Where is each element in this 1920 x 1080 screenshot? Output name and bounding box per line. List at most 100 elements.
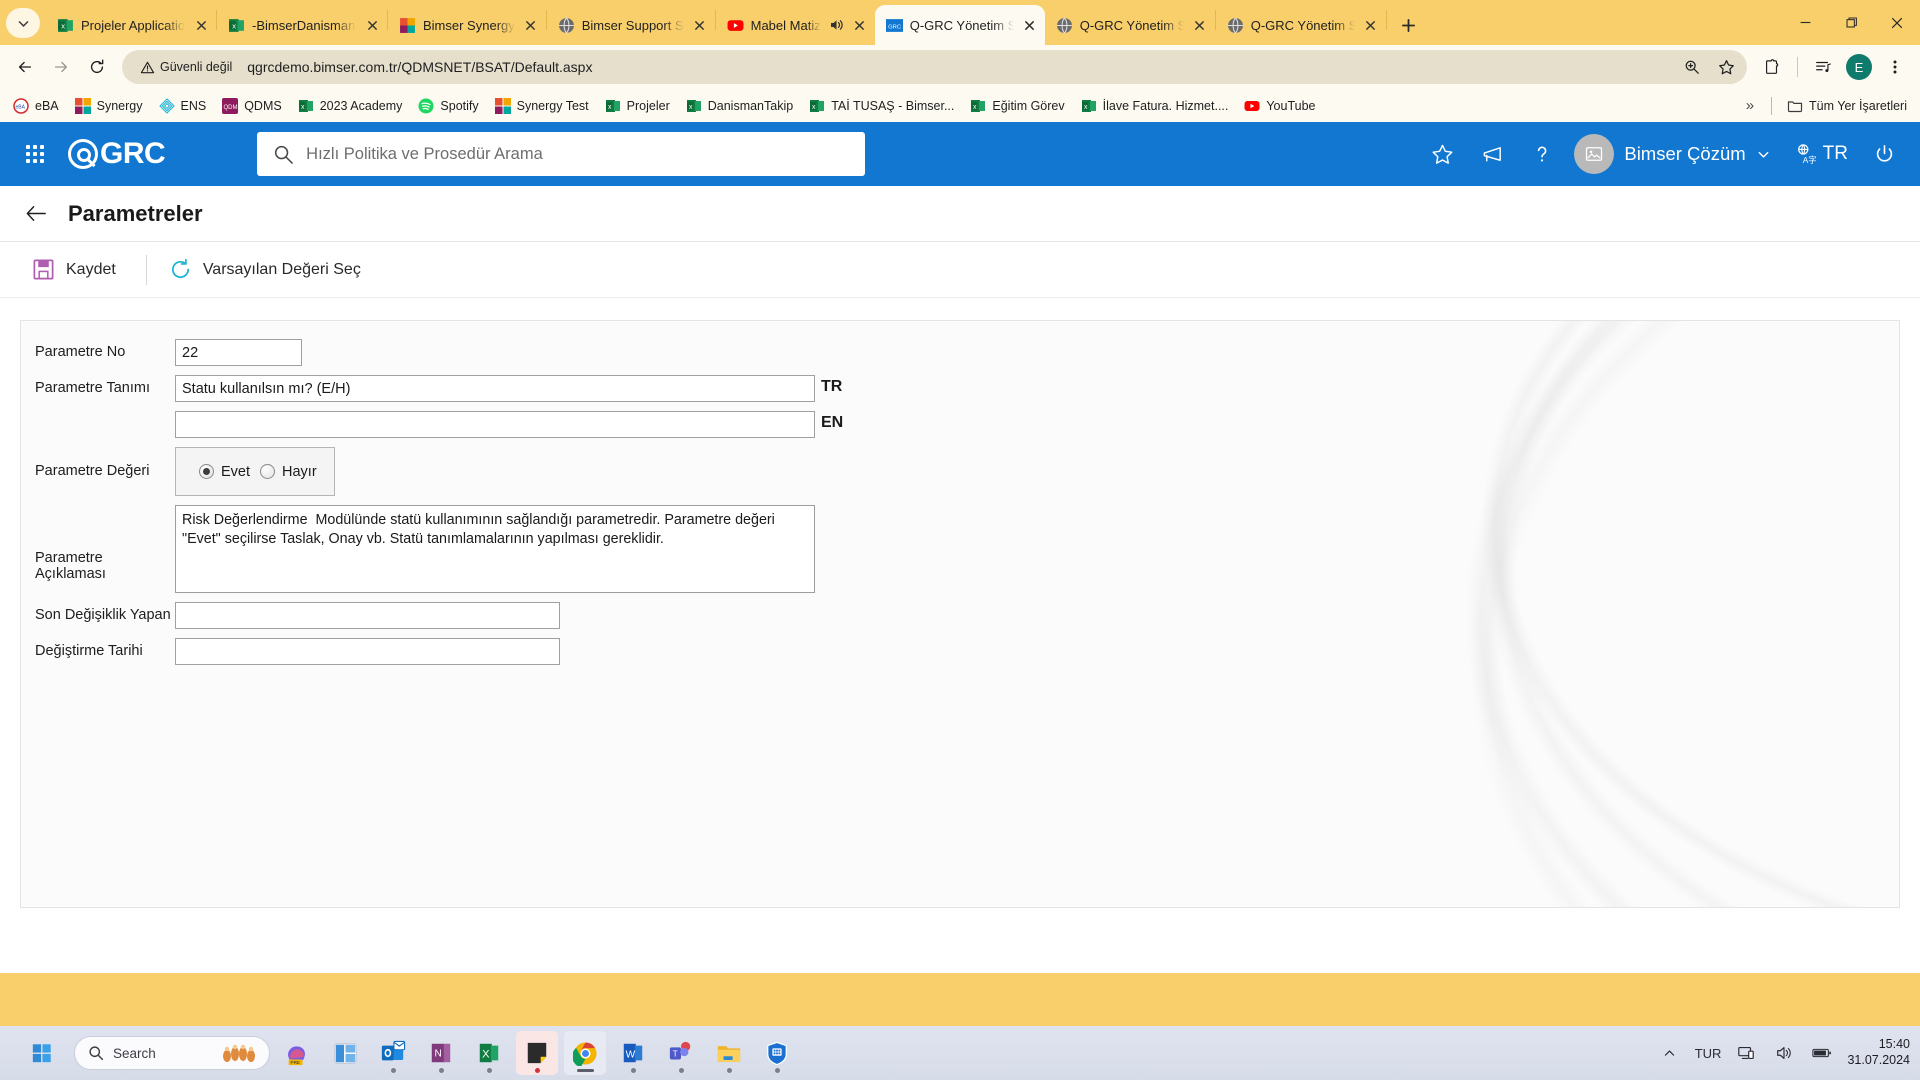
browser-tab[interactable]: Q-GRC Yönetim S [1045, 5, 1215, 45]
teams-icon: T [669, 1041, 691, 1060]
all-bookmarks-button[interactable]: Tüm Yer İşaretleri [1780, 94, 1914, 118]
battery-icon[interactable] [1809, 1040, 1835, 1066]
volume-icon[interactable] [1771, 1040, 1797, 1066]
media-controls-button[interactable] [1806, 50, 1840, 84]
save-icon [33, 259, 54, 280]
bookmark-item[interactable]: ENS [152, 94, 214, 118]
tab-close-button[interactable] [691, 16, 709, 34]
security-chip[interactable]: Güvenli değil [136, 57, 241, 78]
param-name-en-input[interactable] [175, 411, 815, 438]
bookmark-star-button[interactable] [1711, 52, 1741, 82]
youtube-icon [727, 19, 744, 31]
search-input[interactable]: Hızlı Politika ve Prosedür Arama [257, 132, 866, 176]
help-button[interactable] [1520, 132, 1564, 176]
taskbar-app-copilot[interactable]: PRE [276, 1031, 318, 1075]
radio-option-evet[interactable]: Evet [199, 464, 250, 480]
bookmark-label: Synergy Test [516, 98, 589, 113]
tab-close-button[interactable] [363, 16, 381, 34]
reload-button[interactable] [80, 50, 114, 84]
tab-search-button[interactable] [6, 8, 40, 38]
keyboard-language[interactable]: TUR [1695, 1046, 1722, 1061]
bookmark-item[interactable]: x Eğitim Görev [963, 94, 1071, 118]
taskbar-app-word[interactable]: W [612, 1031, 654, 1075]
tab-close-button[interactable] [1021, 16, 1039, 34]
tab-close-button[interactable] [522, 16, 540, 34]
bookmark-item[interactable]: x İlave Fatura. Hizmet.... [1074, 94, 1236, 118]
last-modified-by-input[interactable] [175, 602, 560, 629]
browser-tab-active[interactable]: GRC Q-GRC Yönetim S [874, 5, 1045, 45]
param-no-input[interactable] [175, 339, 302, 366]
forward-button[interactable] [44, 50, 78, 84]
minimize-button[interactable] [1782, 0, 1828, 45]
bookmark-item[interactable]: x DanismanTakip [679, 94, 800, 118]
bookmarks-bar: eBA eBA Synergy ENS QDMS QDMS [0, 89, 1920, 122]
browser-tab[interactable]: Q-GRC Yönetim S [1216, 5, 1386, 45]
save-label: Kaydet [66, 260, 116, 278]
bookmark-item[interactable]: x 2023 Academy [291, 94, 410, 118]
bookmark-item[interactable]: eBA eBA [6, 94, 66, 118]
language-selector[interactable]: A字 TR [1787, 143, 1856, 165]
bookmark-item[interactable]: Synergy Test [488, 94, 596, 118]
excel-icon: x [810, 99, 825, 112]
extensions-button[interactable] [1755, 50, 1789, 84]
qgrc-icon: GRC [885, 18, 903, 32]
start-button[interactable] [22, 1033, 62, 1073]
bookmark-item[interactable]: x Projeler [598, 94, 677, 118]
taskbar-app-security[interactable] [756, 1031, 798, 1075]
bookmarks-overflow-button[interactable]: » [1737, 93, 1763, 118]
favorites-button[interactable] [1420, 132, 1464, 176]
taskbar-app-onenote[interactable]: N [420, 1031, 462, 1075]
tab-close-button[interactable] [192, 16, 210, 34]
zoom-icon-button[interactable] [1677, 52, 1707, 82]
bookmark-item[interactable]: Synergy [68, 94, 150, 118]
taskbar-app-excel[interactable]: X [468, 1031, 510, 1075]
browser-tab[interactable]: x Projeler Application [46, 5, 216, 45]
profile-button[interactable]: E [1842, 50, 1876, 84]
clock-date: 31.07.2024 [1847, 1053, 1910, 1067]
profile-avatar: E [1846, 54, 1872, 80]
browser-tab[interactable]: Mabel Matiz [716, 5, 875, 45]
close-window-button[interactable] [1874, 0, 1920, 45]
bookmark-item[interactable]: QDMS QDMS [215, 94, 289, 118]
taskbar-app-teams[interactable]: T [660, 1031, 702, 1075]
taskbar-app-widgets[interactable] [324, 1031, 366, 1075]
user-menu-button[interactable]: Bimser Çözüm [1570, 134, 1780, 174]
display-settings-icon[interactable] [1733, 1040, 1759, 1066]
speaker-icon[interactable] [828, 17, 844, 33]
bookmark-item[interactable]: Spotify [411, 94, 485, 118]
address-bar[interactable]: Güvenli değil qgrcdemo.bimser.com.tr/QDM… [122, 50, 1747, 84]
taskbar-app-file-explorer[interactable] [708, 1031, 750, 1075]
logout-button[interactable] [1862, 132, 1906, 176]
tab-close-button[interactable] [1191, 16, 1209, 34]
announcements-button[interactable] [1470, 132, 1514, 176]
bookmark-item[interactable]: YouTube [1237, 94, 1322, 118]
taskbar-search[interactable]: Search [74, 1036, 270, 1070]
chrome-menu-button[interactable] [1878, 50, 1912, 84]
modified-date-input[interactable] [175, 638, 560, 665]
bookmark-item[interactable]: x TAİ TUSAŞ - Bimser... [802, 94, 961, 118]
taskbar-app-sticky-notes[interactable] [516, 1031, 558, 1075]
taskbar-app-outlook[interactable] [372, 1031, 414, 1075]
maximize-button[interactable] [1828, 0, 1874, 45]
new-tab-button[interactable] [1393, 9, 1425, 41]
taskbar-app-chrome[interactable] [564, 1031, 606, 1075]
select-default-value-button[interactable]: Varsayılan Değeri Seç [161, 252, 377, 287]
plus-icon [1402, 18, 1416, 32]
last-modified-by-label: Son Değişiklik Yapan [35, 607, 171, 623]
param-name-tr-input[interactable] [175, 375, 815, 402]
param-desc-textarea[interactable]: Risk Değerlendirme Modülünde statü kulla… [175, 505, 815, 593]
browser-tab[interactable]: Bimser Support S [547, 5, 715, 45]
app-launcher-button[interactable] [14, 133, 56, 175]
radio-option-hayir[interactable]: Hayır [260, 464, 317, 480]
page-back-button[interactable] [22, 200, 50, 228]
running-indicator [630, 1068, 636, 1073]
tab-close-button[interactable] [1362, 16, 1380, 34]
back-button[interactable] [8, 50, 42, 84]
tray-expand-button[interactable] [1657, 1040, 1683, 1066]
taskbar-clock[interactable]: 15:40 31.07.2024 [1847, 1037, 1910, 1068]
tab-close-button[interactable] [851, 16, 869, 34]
brand-logo[interactable]: GRC [68, 137, 166, 171]
browser-tab[interactable]: Bimser Synergy [388, 5, 546, 45]
save-button[interactable]: Kaydet [24, 252, 132, 287]
browser-tab[interactable]: x -BimserDanismanlik [217, 5, 387, 45]
